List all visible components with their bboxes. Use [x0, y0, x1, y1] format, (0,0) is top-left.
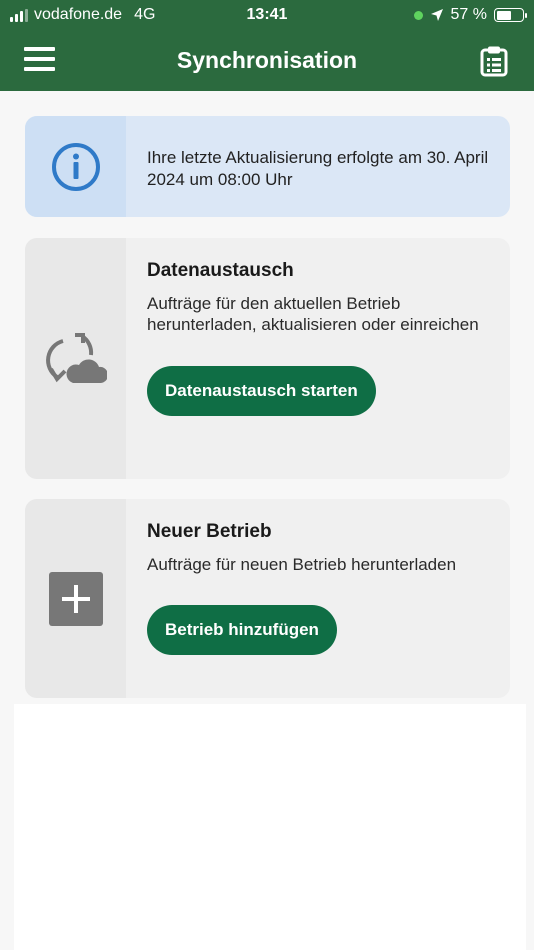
data-exchange-description: Aufträge für den aktuellen Betrieb herun… — [147, 294, 479, 334]
new-company-title: Neuer Betrieb — [147, 521, 272, 542]
page-title: Synchronisation — [176, 47, 358, 73]
last-update-text: Ihre letzte Aktualisierung erfolgte am 3… — [147, 148, 489, 189]
data-exchange-card: Datenaustausch Aufträge für den aktuelle… — [25, 238, 510, 479]
info-card-icon-panel — [25, 116, 126, 217]
status-bar: vodafone.de 4G 13:41 57 % — [0, 0, 534, 31]
start-data-exchange-button[interactable]: Datenaustausch starten — [147, 366, 376, 416]
battery-percent: 57 % — [450, 6, 487, 23]
data-exchange-icon-panel — [25, 238, 126, 479]
new-company-icon-panel — [25, 499, 126, 698]
location-active-dot-icon — [413, 10, 423, 20]
data-exchange-title: Datenaustausch — [147, 260, 294, 281]
clipboard-list-button[interactable] — [480, 45, 508, 77]
info-circle-icon — [51, 142, 100, 191]
location-arrow-icon — [430, 9, 443, 21]
sync-cloud-icon — [45, 332, 107, 383]
app-bar: Synchronisation — [0, 31, 534, 91]
new-company-description: Aufträge für neuen Betrieb herunterladen — [147, 555, 457, 574]
new-company-card: Neuer Betrieb Aufträge für neuen Betrieb… — [25, 499, 510, 698]
empty-content-area — [14, 704, 526, 950]
plus-square-icon — [48, 571, 103, 626]
add-company-button[interactable]: Betrieb hinzufügen — [147, 605, 337, 655]
battery-icon — [494, 8, 527, 22]
clipboard-list-icon — [480, 46, 508, 77]
last-update-card: Ihre letzte Aktualisierung erfolgte am 3… — [25, 116, 510, 217]
